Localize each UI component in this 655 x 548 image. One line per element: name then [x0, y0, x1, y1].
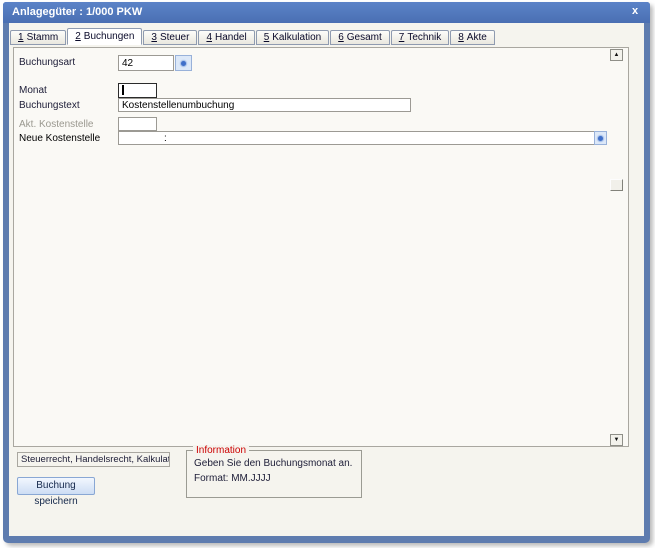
- dropdown-arrow-icon: [181, 60, 186, 66]
- tab-stamm[interactable]: 1 Stamm: [10, 30, 67, 45]
- dropdown-arrow-icon: [598, 135, 603, 141]
- monat-label: Monat: [19, 85, 47, 96]
- tab-gesamt[interactable]: 6 Gesamt: [330, 30, 390, 45]
- title-bar: Anlagegüter : 1/000 PKW x: [3, 2, 650, 23]
- buchungstext-label: Buchungstext: [19, 100, 80, 111]
- tab-kalkulation[interactable]: 5 Kalkulation: [255, 30, 330, 45]
- information-line1: Geben Sie den Buchungsmonat an.: [194, 458, 353, 469]
- information-title: Information: [193, 445, 250, 456]
- buchungsart-value: 42: [122, 57, 134, 69]
- app-window: Anlagegüter : 1/000 PKW x 1 Stamm 2 Buchun…: [3, 2, 650, 543]
- neue-kostenstelle-value: :: [164, 132, 167, 144]
- scroll-up-icon[interactable]: ▲: [610, 49, 623, 61]
- tab-handel[interactable]: 4 Handel: [198, 30, 255, 45]
- neue-kostenstelle-combobox[interactable]: :: [118, 131, 607, 145]
- tab-strip: 1 Stamm 2 Buchungen 3 Steuer 4 Handel 5 Kalku…: [10, 28, 642, 45]
- neue-kostenstelle-label: Neue Kostenstelle: [19, 133, 101, 144]
- close-icon[interactable]: x: [628, 2, 642, 22]
- tab-technik[interactable]: 7 Technik: [390, 30, 450, 45]
- scrollbar-thumb[interactable]: [610, 179, 623, 191]
- buchungstext-input[interactable]: [118, 98, 411, 112]
- window-title: Anlagegüter : 1/000 PKW: [12, 6, 143, 18]
- window-content: 1 Stamm 2 Buchungen 3 Steuer 4 Handel 5 Kalku…: [9, 23, 644, 536]
- tab-akte[interactable]: 8 Akte: [450, 30, 495, 45]
- vertical-scrollbar[interactable]: ▲ ▼: [610, 49, 624, 446]
- scroll-down-icon[interactable]: ▼: [610, 434, 623, 446]
- monat-field-wrap: [118, 83, 157, 98]
- save-booking-button[interactable]: Buchung speichern: [17, 477, 95, 507]
- buchungsart-combobox[interactable]: 42: [118, 55, 174, 71]
- text-caret: [122, 85, 124, 95]
- buchungsart-label: Buchungsart: [19, 57, 76, 68]
- information-groupbox: Information Geben Sie den Buchungsmonat …: [186, 445, 362, 498]
- tab-steuer[interactable]: 3 Steuer: [143, 30, 198, 45]
- status-box: Steuerrecht, Handelsrecht, Kalkulation: [17, 452, 170, 467]
- information-line2: Format: MM.JJJJ: [194, 473, 271, 484]
- buchungsart-dropdown-button[interactable]: [175, 55, 192, 71]
- tab-buchungen[interactable]: 2 Buchungen: [67, 28, 143, 45]
- neue-kostenstelle-dropdown-button[interactable]: [594, 131, 607, 145]
- akt-kostenstelle-label: Akt. Kostenstelle: [19, 119, 94, 130]
- buchungen-form-panel: Buchungsart 42 Monat Buchungstext Akt. K…: [13, 47, 629, 447]
- akt-kostenstelle-input[interactable]: [118, 117, 157, 131]
